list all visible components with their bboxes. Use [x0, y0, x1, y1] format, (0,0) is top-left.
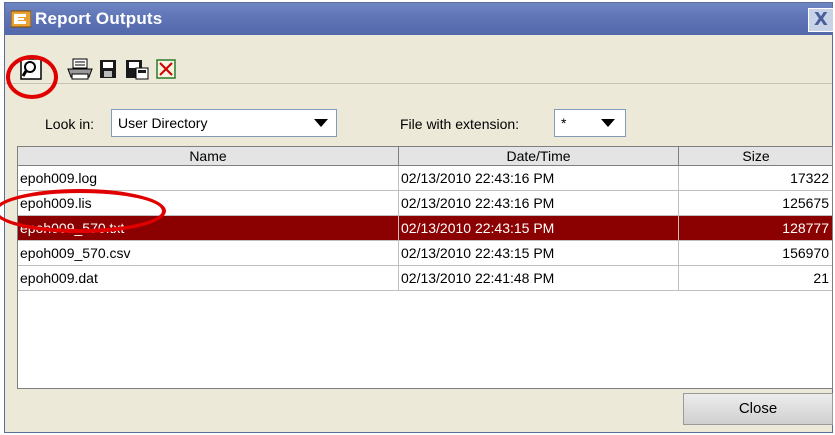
table-row[interactable]: epoh009.dat 02/13/2010 22:41:48 PM 21: [18, 266, 832, 291]
look-in-label: Look in:: [45, 116, 95, 132]
print-icon[interactable]: [67, 58, 93, 80]
chevron-down-icon: [314, 119, 328, 127]
cell-datetime: 02/13/2010 22:41:48 PM: [399, 266, 679, 291]
window-title: Report Outputs: [35, 9, 163, 28]
chevron-down-icon: [601, 119, 615, 127]
title-bar[interactable]: Report Outputs X: [5, 3, 834, 35]
delete-icon[interactable]: [154, 58, 178, 80]
cell-size: 21: [679, 266, 832, 291]
cell-datetime: 02/13/2010 22:43:16 PM: [399, 166, 679, 191]
look-in-dropdown[interactable]: User Directory: [111, 109, 337, 137]
annotation-circle-view: [6, 55, 58, 99]
column-header-datetime[interactable]: Date/Time: [399, 147, 679, 166]
cell-size: 125675: [679, 191, 832, 216]
cell-name: epoh009.dat: [18, 266, 399, 291]
column-header-size[interactable]: Size: [679, 147, 832, 166]
cell-size: 156970: [679, 241, 832, 266]
cell-name: epoh009.log: [18, 166, 399, 191]
table-row[interactable]: epoh009_570.csv 02/13/2010 22:43:15 PM 156…: [18, 241, 832, 266]
extension-dropdown[interactable]: *: [554, 109, 626, 137]
save-icon[interactable]: [98, 58, 118, 80]
cell-size: 128777: [679, 216, 832, 241]
cell-datetime: 02/13/2010 22:43:15 PM: [399, 241, 679, 266]
close-button[interactable]: Close: [683, 393, 833, 425]
extension-label: File with extension:: [400, 116, 520, 132]
save-as-icon[interactable]: [124, 58, 150, 80]
file-table[interactable]: Name Date/Time Size epoh009.log 02/13/201…: [17, 146, 833, 389]
annotation-circle-lis: [0, 189, 166, 233]
app-logo-icon: [11, 10, 31, 28]
cell-datetime: 02/13/2010 22:43:16 PM: [399, 191, 679, 216]
column-header-name[interactable]: Name: [18, 147, 399, 166]
table-row[interactable]: epoh009.log 02/13/2010 22:43:16 PM 17322: [18, 166, 832, 191]
look-in-value: User Directory: [118, 115, 208, 131]
extension-value: *: [561, 115, 567, 131]
window-close-button[interactable]: X: [808, 8, 834, 32]
cell-size: 17322: [679, 166, 832, 191]
cell-name: epoh009_570.csv: [18, 241, 399, 266]
cell-datetime: 02/13/2010 22:43:15 PM: [399, 216, 679, 241]
